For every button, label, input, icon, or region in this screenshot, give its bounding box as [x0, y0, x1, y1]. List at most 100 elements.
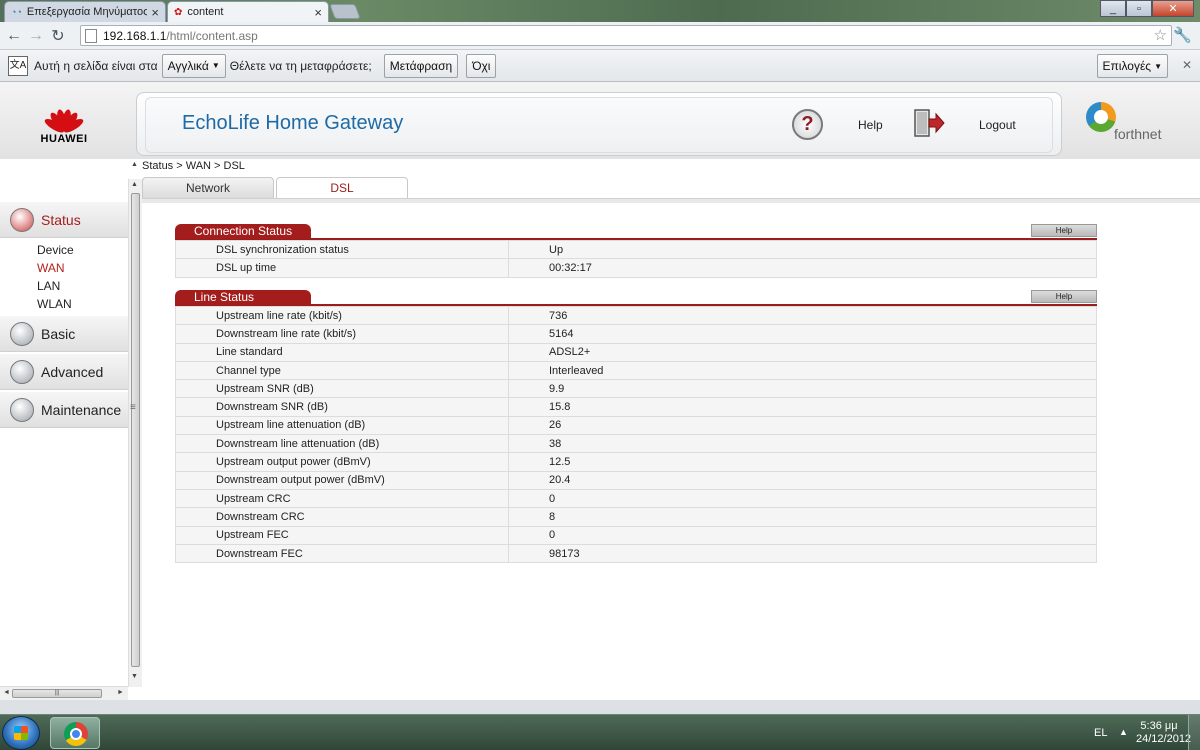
source-language-dropdown[interactable]: Αγγλικά ▼ [161, 53, 226, 78]
table-row: Downstream line rate (kbit/s) 5164 [175, 324, 1097, 344]
close-window-icon[interactable]: ✕ [1152, 0, 1194, 17]
minimize-icon[interactable]: _ [1100, 0, 1126, 17]
submenu-lan[interactable]: LAN [0, 277, 128, 295]
back-arrow-icon[interactable]: ← [3, 27, 25, 45]
row-value: 15.8 [508, 397, 1097, 417]
page-icon [85, 28, 97, 43]
page-tabs: Network DSL [142, 177, 410, 198]
browser-tab-content[interactable]: ✿ content × [167, 1, 329, 22]
row-label: Upstream line rate (kbit/s) [175, 305, 509, 326]
line-status-section: Line Status Help Upstream line rate (kbi… [175, 290, 1097, 564]
show-desktop-button[interactable] [1188, 715, 1200, 750]
page-viewport: HUAWEI EchoLife Home Gateway ? Help Logo… [0, 82, 1200, 700]
row-value: 20.4 [508, 470, 1097, 490]
scrollbar-thumb[interactable]: ||| [12, 689, 102, 698]
sidebar-vertical-scrollbar[interactable]: ▲ ▼ [128, 179, 142, 687]
close-tab-icon[interactable]: × [314, 5, 322, 20]
wrench-icon[interactable]: 🔧 [1173, 26, 1192, 44]
section-help-button[interactable]: Help [1031, 224, 1097, 237]
translate-button[interactable]: Μετάφραση [383, 53, 459, 78]
huawei-logo: HUAWEI [0, 82, 128, 159]
page-header: HUAWEI EchoLife Home Gateway ? Help Logo… [0, 82, 1200, 159]
section-title: Line Status [175, 290, 311, 305]
section-help-button[interactable]: Help [1031, 290, 1097, 303]
row-label: Downstream line rate (kbit/s) [175, 324, 509, 344]
tab-dsl[interactable]: DSL [276, 177, 408, 198]
start-button-icon[interactable] [2, 716, 40, 750]
translate-options-dropdown[interactable]: Επιλογές ▼ [1096, 54, 1168, 78]
table-row: DSL synchronization status Up [175, 239, 1097, 260]
logout-icon[interactable] [913, 108, 945, 138]
row-label: Upstream SNR (dB) [175, 379, 509, 399]
bookmark-star-icon[interactable]: ☆ [1154, 26, 1167, 44]
logout-link[interactable]: Logout [979, 118, 1016, 132]
new-tab-button[interactable] [329, 4, 361, 19]
dropdown-caret-icon: ▼ [211, 61, 220, 70]
table-row: Upstream line attenuation (dB) 26 [175, 415, 1097, 436]
tab-network[interactable]: Network [142, 177, 274, 198]
table-row: DSL up time 00:32:17 [175, 258, 1097, 278]
collapse-caret-icon[interactable]: ▲ [131, 161, 138, 168]
frame-splitter-grip-icon[interactable]: ≡ [130, 402, 136, 413]
row-label: Upstream output power (dBmV) [175, 452, 509, 472]
row-value: 8 [508, 507, 1097, 527]
reload-icon[interactable]: ↻ [47, 26, 69, 46]
tab-title: Επεξεργασία Μηνύματος [26, 6, 148, 18]
menu-advanced[interactable]: Advanced [0, 354, 128, 390]
breadcrumb: Status > WAN > DSL [142, 160, 245, 172]
show-hidden-icons-icon[interactable]: ▲ [1119, 727, 1128, 737]
scroll-down-icon[interactable]: ▼ [131, 673, 138, 680]
section-title: Connection Status [175, 224, 311, 239]
tab-title: content [187, 6, 224, 18]
translate-icon: 文A [8, 55, 28, 76]
advanced-settings-icon [10, 359, 34, 384]
close-tab-icon[interactable]: × [151, 5, 159, 20]
input-language[interactable]: EL [1094, 727, 1107, 739]
row-label: Upstream line attenuation (dB) [175, 415, 509, 436]
menu-maintenance[interactable]: Maintenance [0, 392, 128, 428]
browser-tab-edit-message[interactable]: ◔◔ Επεξεργασία Μηνύματος × [4, 1, 166, 22]
help-icon[interactable]: ? [792, 109, 823, 140]
row-label: Downstream line attenuation (dB) [175, 434, 509, 454]
sidebar-horizontal-scrollbar[interactable]: ◄ ||| ► [0, 686, 128, 700]
scroll-up-icon[interactable]: ▲ [131, 181, 138, 188]
submenu-wlan[interactable]: WLAN [0, 295, 128, 313]
huawei-favicon-icon: ✿ [174, 6, 183, 18]
submenu-device[interactable]: Device [0, 241, 128, 259]
row-value: 26 [508, 415, 1097, 436]
table-row: Line standard ADSL2+ [175, 342, 1097, 362]
row-value: 9.9 [508, 379, 1097, 399]
table-row: Upstream output power (dBmV) 12.5 [175, 452, 1097, 472]
row-label: Downstream FEC [175, 543, 509, 564]
browser-toolbar: ← → ↻ 192.168.1.1/html/content.asp ☆ 🔧 [0, 22, 1200, 50]
maintenance-icon [10, 397, 34, 422]
scrollbar-thumb[interactable] [131, 193, 140, 667]
table-row: Upstream FEC 0 [175, 525, 1097, 545]
tab-divider [142, 198, 1200, 203]
scroll-left-icon[interactable]: ◄ [3, 689, 10, 696]
scroll-right-icon[interactable]: ► [117, 689, 124, 696]
forthnet-logo-icon [1086, 102, 1116, 132]
submenu-wan[interactable]: WAN [0, 259, 128, 277]
connection-status-section: Connection Status Help DSL synchronizati… [175, 224, 1097, 278]
maximize-icon[interactable]: ▫ [1126, 0, 1152, 17]
help-link[interactable]: Help [858, 118, 883, 132]
row-label: DSL up time [175, 258, 509, 278]
huawei-flower-icon [40, 97, 88, 134]
menu-basic[interactable]: Basic [0, 316, 128, 352]
no-translate-button[interactable]: Όχι [466, 53, 497, 78]
taskbar-chrome-button[interactable] [50, 717, 100, 749]
row-value: 0 [508, 488, 1097, 509]
translate-infobar: 文A Αυτή η σελίδα είναι στα Αγγλικά ▼ Θέλε… [0, 50, 1200, 82]
address-bar[interactable]: 192.168.1.1/html/content.asp ☆ [80, 25, 1172, 46]
close-infobar-icon[interactable]: ✕ [1182, 58, 1192, 72]
forward-arrow-icon[interactable]: → [25, 27, 47, 45]
isp-name: forthnet [1114, 126, 1162, 142]
url-path: /html/content.asp [166, 28, 258, 43]
row-label: Downstream output power (dBmV) [175, 470, 509, 490]
language-label: Αγγλικά [167, 58, 209, 73]
row-label: DSL synchronization status [175, 239, 509, 260]
menu-status[interactable]: Status [0, 202, 128, 238]
brand-name: HUAWEI [40, 132, 88, 145]
system-clock[interactable]: 5:36 μμ 24/12/2012 [1136, 720, 1191, 746]
